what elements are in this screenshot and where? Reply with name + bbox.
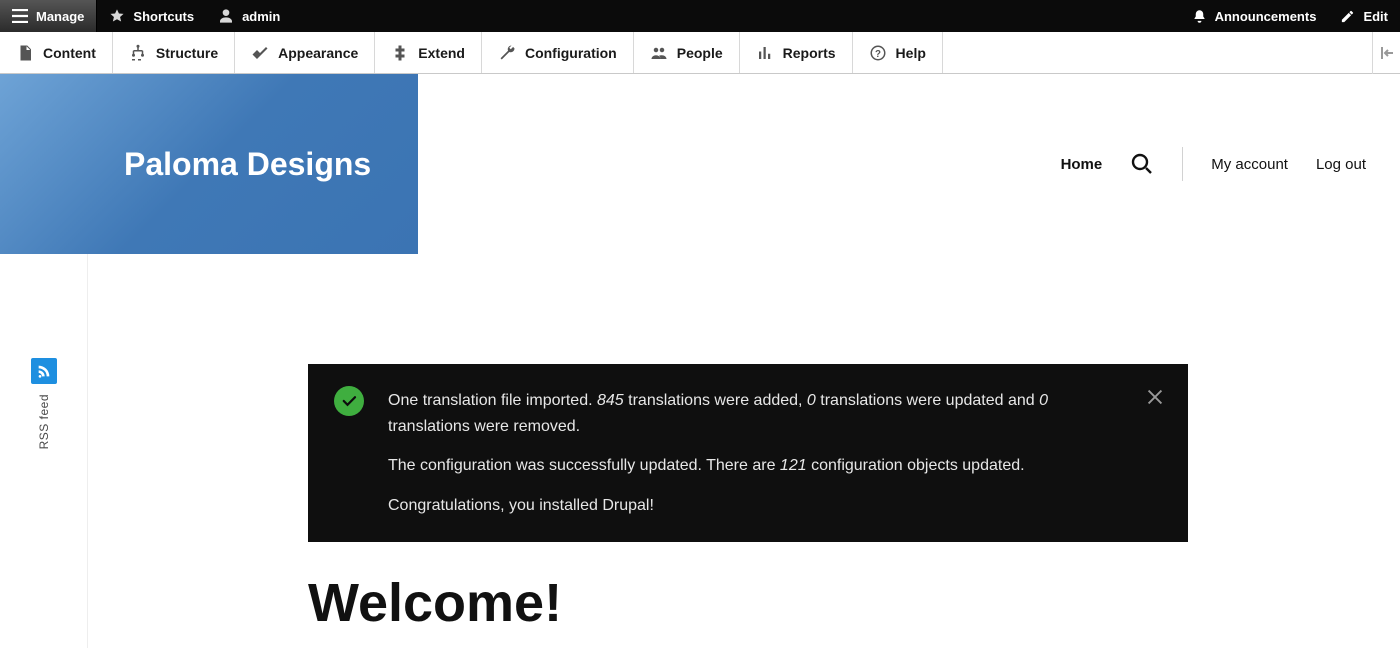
menu-icon [12, 9, 28, 23]
edit-label: Edit [1363, 9, 1388, 24]
rss-feed-label: RSS feed [37, 394, 51, 449]
menu-configuration[interactable]: Configuration [482, 32, 634, 73]
menu-label: Appearance [278, 45, 358, 61]
main-region: RSS feed One translation file imported. … [0, 254, 1400, 648]
bell-icon [1192, 9, 1207, 24]
svg-text:?: ? [875, 48, 881, 59]
people-icon [650, 44, 668, 62]
wrench-icon [498, 44, 516, 62]
hero-inner: Paloma Designs Home My account Log out [0, 74, 1400, 254]
count-config: 121 [780, 457, 807, 474]
menu-label: Configuration [525, 45, 617, 61]
menu-label: People [677, 45, 723, 61]
menu-label: Structure [156, 45, 218, 61]
status-line-2: The configuration was successfully updat… [388, 453, 1118, 479]
text: configuration objects updated. [807, 457, 1025, 474]
menu-reports[interactable]: Reports [740, 32, 853, 73]
content-icon [16, 44, 34, 62]
status-line-1: One translation file imported. 845 trans… [388, 388, 1118, 439]
star-icon [109, 8, 125, 24]
text: translations were added, [624, 392, 807, 409]
pencil-icon [1340, 9, 1355, 24]
status-message: One translation file imported. 845 trans… [308, 364, 1188, 542]
menu-structure[interactable]: Structure [113, 32, 235, 73]
site-name[interactable]: Paloma Designs [124, 146, 371, 183]
manage-label: Manage [36, 9, 84, 24]
menu-label: Extend [418, 45, 465, 61]
text: translations were updated and [816, 392, 1039, 409]
menu-label: Content [43, 45, 96, 61]
reports-icon [756, 44, 774, 62]
menu-people[interactable]: People [634, 32, 740, 73]
user-tab[interactable]: admin [206, 0, 292, 32]
rss-feed-button[interactable] [31, 358, 57, 384]
admin-toolbar-left: Manage Shortcuts admin [0, 0, 292, 32]
nav-log-out[interactable]: Log out [1316, 156, 1366, 173]
content-region: One translation file imported. 845 trans… [88, 254, 1400, 648]
nav-my-account[interactable]: My account [1211, 156, 1288, 173]
user-icon [218, 8, 234, 24]
search-icon[interactable] [1130, 152, 1154, 176]
appearance-icon [251, 44, 269, 62]
success-icon [334, 386, 364, 416]
edit-tab[interactable]: Edit [1328, 0, 1400, 32]
left-sidebar: RSS feed [0, 254, 88, 648]
count-removed: 0 [1039, 392, 1048, 409]
admin-toolbar: Manage Shortcuts admin Announcements E [0, 0, 1400, 32]
site-header: Paloma Designs Home My account Log out [0, 74, 1400, 254]
menu-help[interactable]: ? Help [853, 32, 943, 73]
menu-extend[interactable]: Extend [375, 32, 482, 73]
menu-label: Help [896, 45, 926, 61]
page-title: Welcome! [308, 572, 1360, 634]
rss-icon [36, 363, 52, 379]
count-updated: 0 [807, 392, 816, 409]
manage-tab[interactable]: Manage [0, 0, 97, 32]
menu-content[interactable]: Content [0, 32, 113, 73]
primary-nav: Home My account Log out [1061, 147, 1366, 181]
close-message-button[interactable] [1144, 386, 1166, 417]
user-label: admin [242, 9, 280, 24]
nav-home[interactable]: Home [1061, 156, 1103, 173]
text: One translation file imported. [388, 392, 597, 409]
help-icon: ? [869, 44, 887, 62]
extend-icon [391, 44, 409, 62]
status-line-3: Congratulations, you installed Drupal! [388, 493, 1118, 519]
text: The configuration was successfully updat… [388, 457, 780, 474]
announcements-label: Announcements [1215, 9, 1317, 24]
admin-menu: Content Structure Appearance Extend Conf… [0, 32, 1400, 74]
menu-label: Reports [783, 45, 836, 61]
structure-icon [129, 44, 147, 62]
shortcuts-label: Shortcuts [133, 9, 194, 24]
announcements-tab[interactable]: Announcements [1180, 0, 1329, 32]
text: translations were removed. [388, 418, 580, 435]
admin-toolbar-right: Announcements Edit [1180, 0, 1400, 32]
menu-collapse-button[interactable] [1372, 32, 1400, 74]
menu-appearance[interactable]: Appearance [235, 32, 375, 73]
count-added: 845 [597, 392, 624, 409]
divider [1182, 147, 1183, 181]
shortcuts-tab[interactable]: Shortcuts [97, 0, 206, 32]
